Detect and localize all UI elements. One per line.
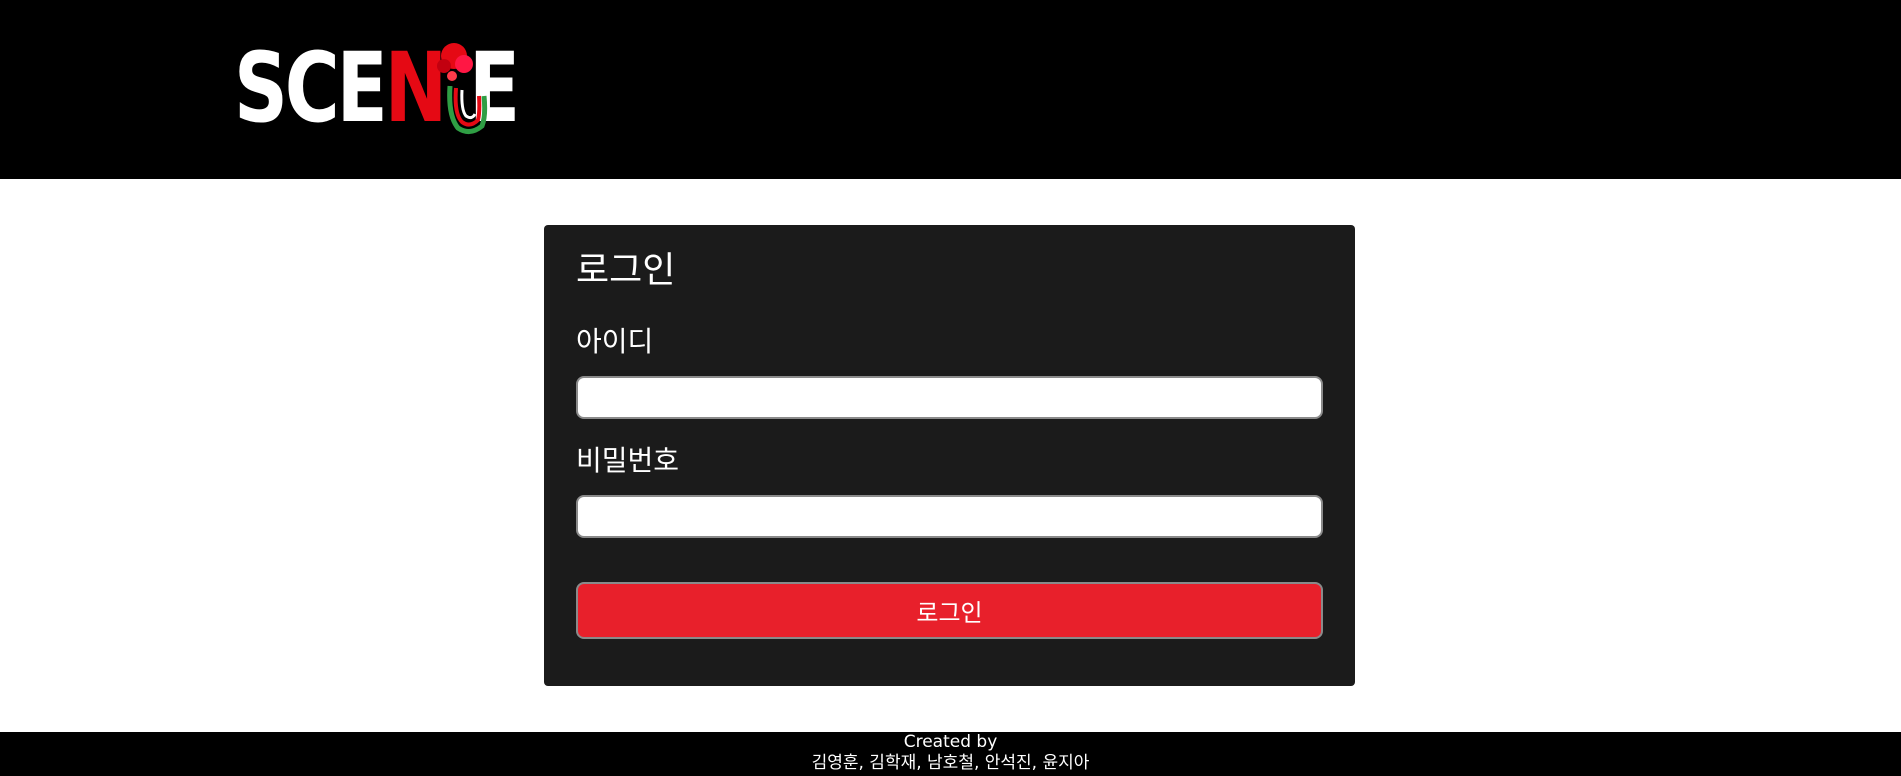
password-label: 비밀번호 (576, 444, 680, 477)
footer-created-by: Created by (903, 732, 998, 752)
logo-mascot-icon (437, 43, 488, 134)
login-card: 로그인 아이디 비밀번호 로그인 (544, 225, 1355, 686)
site-footer: Created by 김영훈, 김학재, 남호철, 안석진, 윤지아 (0, 732, 1901, 776)
login-title: 로그인 (576, 250, 676, 291)
login-button[interactable]: 로그인 (576, 582, 1323, 639)
scene-logo[interactable]: SCENJE (234, 36, 520, 140)
site-header: SCENJE (0, 0, 1901, 179)
footer-authors: 김영훈, 김학재, 남호철, 안석진, 윤지아 (811, 753, 1090, 773)
password-input[interactable] (576, 495, 1323, 538)
id-input[interactable] (576, 376, 1323, 419)
id-label: 아이디 (576, 325, 654, 358)
